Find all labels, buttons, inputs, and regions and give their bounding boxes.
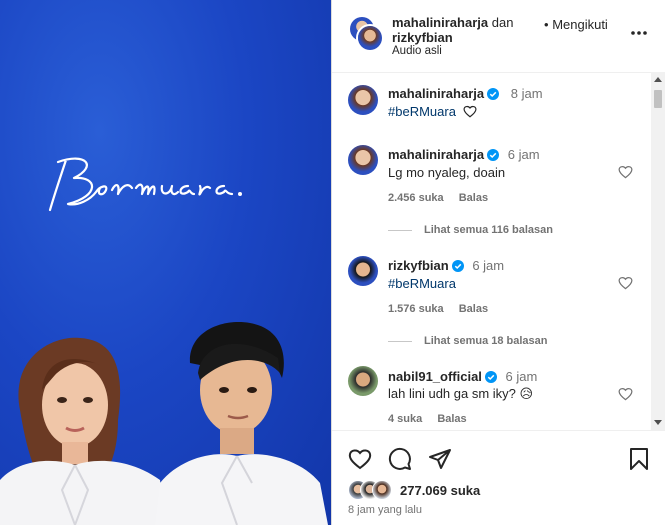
caption-text[interactable]: #beRMuara <box>388 104 456 119</box>
avatar-front[interactable] <box>356 24 384 52</box>
follow-button[interactable]: • Mengikuti <box>544 17 608 32</box>
dot-separator: • <box>544 17 549 32</box>
scroll-down-arrow-icon[interactable] <box>654 420 662 425</box>
view-replies-label: Lihat semua 116 balasan <box>424 224 554 236</box>
like-comment-heart-icon[interactable] <box>618 165 633 179</box>
comment-bubble-icon[interactable] <box>388 447 412 471</box>
comment-meta: 1.576 suka Balas <box>388 303 488 315</box>
reply-button[interactable]: Balas <box>437 413 466 425</box>
caption-user[interactable]: mahaliniraharja <box>388 86 484 101</box>
comment-text: lah lini udh ga sm iky? 😥 <box>388 386 534 401</box>
follow-label: Mengikuti <box>552 17 608 32</box>
woman-illustration <box>0 337 165 525</box>
verified-badge-icon <box>487 149 500 161</box>
comment-user[interactable]: mahaliniraharja <box>388 147 484 162</box>
comment-time: 6 jam <box>507 147 540 162</box>
like-comment-heart-icon[interactable] <box>618 276 633 290</box>
comment-time: 6 jam <box>505 369 538 384</box>
comments-scrollbar[interactable] <box>651 72 665 430</box>
scrollbar-thumb[interactable] <box>654 90 662 108</box>
verified-badge-icon <box>451 260 464 272</box>
like-comment-heart-icon[interactable] <box>618 387 633 401</box>
comment-avatar[interactable] <box>348 366 378 396</box>
post-actions: 277.069 suka 8 jam yang lalu <box>332 430 665 526</box>
comment-avatar[interactable] <box>348 256 378 286</box>
likes-count[interactable]: 277.069 suka <box>400 483 480 498</box>
save-bookmark-icon[interactable] <box>629 447 649 471</box>
view-replies-label: Lihat semua 18 balasan <box>424 335 548 347</box>
post-header: mahaliniraharja dan rizkyfbian Audio asl… <box>332 0 665 73</box>
heart-outline-icon <box>463 105 477 118</box>
caption-header: mahaliniraharja 8 jam <box>388 86 543 101</box>
caption-time: 8 jam <box>510 86 543 101</box>
replies-line <box>388 340 412 342</box>
comment-user[interactable]: nabil91_official <box>388 369 482 384</box>
caption-body: #beRMuara <box>388 104 477 119</box>
comment-header: nabil91_official 6 jam <box>388 369 537 384</box>
comment-meta: 4 suka Balas <box>388 413 467 425</box>
comment-text: Lg mo nyaleg, doain <box>388 165 506 180</box>
header-user1[interactable]: mahaliniraharja <box>392 15 488 30</box>
replies-line <box>388 229 412 231</box>
post-image[interactable] <box>0 0 331 525</box>
header-user2[interactable]: rizkyfbian <box>392 30 453 45</box>
header-connector: dan <box>491 15 514 30</box>
verified-badge-icon <box>487 88 500 100</box>
comment-user[interactable]: rizkyfbian <box>388 258 449 273</box>
comment-likes[interactable]: 2.456 suka <box>388 192 444 204</box>
post-time[interactable]: 8 jam yang lalu <box>348 504 422 516</box>
reply-button[interactable]: Balas <box>459 192 488 204</box>
view-replies-button[interactable]: Lihat semua 116 balasan <box>388 224 553 236</box>
liker-avatar <box>372 480 392 500</box>
comment-time: 6 jam <box>472 258 505 273</box>
comment-avatar[interactable] <box>348 145 378 175</box>
verified-badge-icon <box>484 371 497 383</box>
comment-text[interactable]: #beRMuara <box>388 276 456 291</box>
comment-header: mahaliniraharja 6 jam <box>388 147 540 162</box>
audio-label[interactable]: Audio asli <box>392 45 442 57</box>
man-illustration <box>155 322 328 525</box>
bermuara-script-logo <box>48 157 242 212</box>
share-paper-plane-icon[interactable] <box>428 447 452 471</box>
header-users: mahaliniraharja dan <box>392 15 513 30</box>
post-side-panel: mahaliniraharja dan rizkyfbian Audio asl… <box>332 0 665 526</box>
more-horizontal-icon[interactable] <box>630 30 648 36</box>
caption-avatar[interactable] <box>348 85 378 115</box>
view-replies-button[interactable]: Lihat semua 18 balasan <box>388 335 548 347</box>
comment-likes[interactable]: 1.576 suka <box>388 303 444 315</box>
scroll-up-arrow-icon[interactable] <box>654 77 662 82</box>
comment-header: rizkyfbian 6 jam <box>388 258 504 273</box>
comment-meta: 2.456 suka Balas <box>388 192 488 204</box>
like-heart-icon[interactable] <box>348 448 372 470</box>
comment-likes[interactable]: 4 suka <box>388 413 422 425</box>
reply-button[interactable]: Balas <box>459 303 488 315</box>
